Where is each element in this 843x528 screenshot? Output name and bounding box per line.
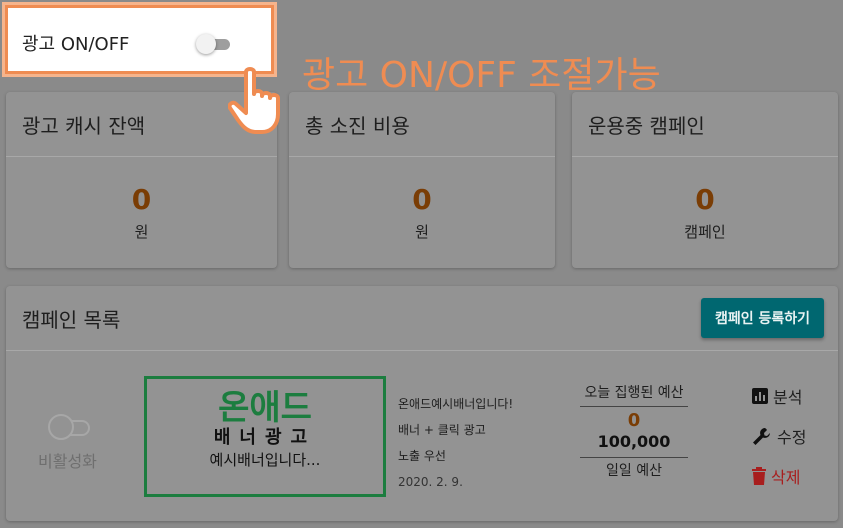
wrench-icon (751, 426, 773, 446)
daily-budget-label: 일일 예산 (606, 463, 662, 479)
campaign-list-card: 캠페인 목록 캠페인 등록하기 비활성화 온애드 배너광고 예시배너입니다...… (6, 286, 838, 521)
banner-title: 온애드 (218, 388, 312, 428)
daily-budget-value: 100,000 (597, 432, 671, 451)
banner-subtitle: 배너광고 (213, 427, 317, 448)
edit-label: 수정 (777, 428, 807, 447)
ad-toggle-panel: 광고 ON/OFF (2, 2, 277, 77)
campaign-type: 배너 + 클릭 광고 (398, 423, 486, 437)
campaign-active-toggle[interactable] (48, 414, 92, 442)
trash-icon (751, 467, 767, 485)
edit-button[interactable]: 수정 (751, 426, 807, 447)
register-campaign-button[interactable]: 캠페인 등록하기 (700, 298, 824, 338)
campaign-status-label: 비활성화 (38, 452, 97, 471)
stat-card-value: 0 (412, 183, 432, 216)
campaign-budget: 오늘 집행된 예산 0 100,000 일일 예산 (580, 384, 688, 480)
ad-toggle-label: 광고 ON/OFF (22, 34, 130, 55)
campaign-actions: 분석 수정 삭제 (751, 386, 806, 506)
analytics-label: 분석 (773, 388, 803, 407)
delete-button[interactable]: 삭제 (751, 466, 806, 487)
stat-card-title: 운용중 캠페인 (572, 92, 838, 157)
annotation-text: 광고 ON/OFF 조절가능 (302, 55, 661, 96)
pointing-hand-icon (227, 66, 292, 144)
stat-card-value: 0 (695, 183, 715, 216)
analytics-button[interactable]: 분석 (751, 386, 806, 407)
stat-card-campaigns: 운용중 캠페인 0 캠페인 (572, 92, 838, 268)
campaign-info: 온애드예시배너입니다! 배너 + 클릭 광고 노출 우선 2020. 2. 9. (398, 396, 513, 500)
stat-card-unit: 원 (134, 223, 149, 241)
campaign-date: 2020. 2. 9. (398, 475, 463, 489)
campaign-list-title: 캠페인 목록 (22, 307, 121, 332)
stat-card-title: 총 소진 비용 (289, 92, 555, 157)
ad-toggle-switch[interactable] (196, 34, 232, 54)
bar-chart-icon (751, 387, 769, 405)
banner-text: 예시배너입니다... (209, 451, 321, 469)
campaign-name: 온애드예시배너입니다! (398, 397, 514, 411)
campaign-priority: 노출 우선 (398, 449, 446, 463)
stat-card-value: 0 (131, 183, 152, 216)
campaign-banner-preview: 온애드 배너광고 예시배너입니다... (144, 376, 386, 497)
delete-label: 삭제 (771, 468, 801, 487)
today-budget-value: 0 (627, 410, 641, 431)
stat-card-unit: 원 (415, 223, 429, 241)
stat-card-spent: 총 소진 비용 0 원 (289, 92, 555, 268)
stat-card-unit: 캠페인 (684, 223, 726, 241)
today-budget-label: 오늘 집행된 예산 (584, 385, 684, 401)
